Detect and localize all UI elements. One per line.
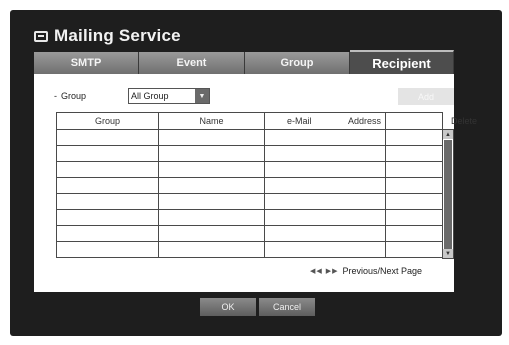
ok-button[interactable]: OK bbox=[200, 298, 256, 316]
table-cell[interactable] bbox=[56, 177, 159, 194]
table-cell[interactable] bbox=[385, 145, 443, 162]
scroll-thumb[interactable] bbox=[444, 140, 452, 252]
tab-event[interactable]: Event bbox=[139, 52, 245, 74]
group-select-value: All Group bbox=[131, 91, 169, 101]
table-cell[interactable] bbox=[56, 193, 159, 210]
add-button[interactable]: Add bbox=[398, 88, 454, 105]
group-filter-label-row: - Group bbox=[54, 88, 86, 104]
chevron-down-icon[interactable]: ▼ bbox=[195, 89, 209, 103]
table-cell[interactable] bbox=[264, 209, 386, 226]
scroll-down-icon[interactable]: ▼ bbox=[443, 249, 453, 258]
table-cell[interactable] bbox=[158, 209, 265, 226]
group-select[interactable]: All Group ▼ bbox=[128, 88, 210, 104]
table-row[interactable] bbox=[56, 161, 443, 178]
table-cell[interactable] bbox=[56, 145, 159, 162]
table-cell[interactable] bbox=[385, 161, 443, 178]
table-scrollbar[interactable]: ▲ ▼ bbox=[442, 129, 454, 259]
prev-next-icon[interactable]: ◀◀ ▶▶ bbox=[310, 267, 338, 275]
table-row[interactable] bbox=[56, 209, 443, 226]
column-header-delete: Delete bbox=[385, 112, 477, 130]
table-cell[interactable] bbox=[56, 209, 159, 226]
table-cell[interactable] bbox=[385, 225, 443, 242]
recipient-table: Group Name e-Mail Address Delete bbox=[56, 112, 477, 258]
table-row[interactable] bbox=[56, 193, 443, 210]
table-cell[interactable] bbox=[385, 241, 443, 258]
table-cell[interactable] bbox=[158, 177, 265, 194]
delete-label: Delete bbox=[451, 116, 478, 126]
tab-bar: SMTP Event Group Recipient bbox=[34, 50, 454, 74]
table-cell[interactable] bbox=[264, 177, 386, 194]
tab-recipient[interactable]: Recipient bbox=[350, 50, 454, 74]
email-label: e-Mail bbox=[287, 116, 312, 126]
table-row[interactable] bbox=[56, 145, 443, 162]
recipient-panel: - Group All Group ▼ Add Group Name e-Mai… bbox=[34, 74, 477, 292]
table-cell[interactable] bbox=[158, 129, 265, 146]
table-cell[interactable] bbox=[385, 129, 443, 146]
table-header-row: Group Name e-Mail Address Delete bbox=[56, 112, 477, 130]
table-cell[interactable] bbox=[158, 193, 265, 210]
table-cell[interactable] bbox=[56, 225, 159, 242]
pager-label[interactable]: Previous/Next Page bbox=[342, 266, 422, 276]
bullet: - bbox=[54, 91, 57, 101]
scroll-up-icon[interactable]: ▲ bbox=[443, 130, 453, 139]
window-title: Mailing Service bbox=[54, 26, 181, 45]
column-header-email: e-Mail Address bbox=[264, 112, 386, 130]
table-cell[interactable] bbox=[385, 177, 443, 194]
table-cell[interactable] bbox=[158, 241, 265, 258]
column-header-name: Name bbox=[158, 112, 265, 130]
table-cell[interactable] bbox=[264, 145, 386, 162]
table-row[interactable] bbox=[56, 129, 443, 146]
table-cell[interactable] bbox=[264, 241, 386, 258]
address-label: Address bbox=[347, 116, 381, 126]
table-cell[interactable] bbox=[56, 129, 159, 146]
table-cell[interactable] bbox=[264, 161, 386, 178]
table-cell[interactable] bbox=[56, 241, 159, 258]
table-cell[interactable] bbox=[385, 193, 443, 210]
table-cell[interactable] bbox=[264, 129, 386, 146]
mail-icon bbox=[34, 30, 48, 42]
table-row[interactable] bbox=[56, 225, 443, 242]
window-title-bar: Mailing Service bbox=[34, 24, 181, 48]
table-cell[interactable] bbox=[158, 145, 265, 162]
column-header-group: Group bbox=[56, 112, 159, 130]
table-cell[interactable] bbox=[158, 225, 265, 242]
table-cell[interactable] bbox=[264, 225, 386, 242]
table-row[interactable] bbox=[56, 241, 443, 258]
tab-smtp[interactable]: SMTP bbox=[34, 52, 139, 74]
pager[interactable]: ◀◀ ▶▶ Previous/Next Page bbox=[310, 264, 422, 278]
table-cell[interactable] bbox=[158, 161, 265, 178]
table-row[interactable] bbox=[56, 177, 443, 194]
table-cell[interactable] bbox=[56, 161, 159, 178]
table-cell[interactable] bbox=[264, 193, 386, 210]
cancel-button[interactable]: Cancel bbox=[259, 298, 315, 316]
group-filter-label: Group bbox=[61, 91, 87, 101]
tab-group[interactable]: Group bbox=[245, 52, 350, 74]
table-cell[interactable] bbox=[385, 209, 443, 226]
